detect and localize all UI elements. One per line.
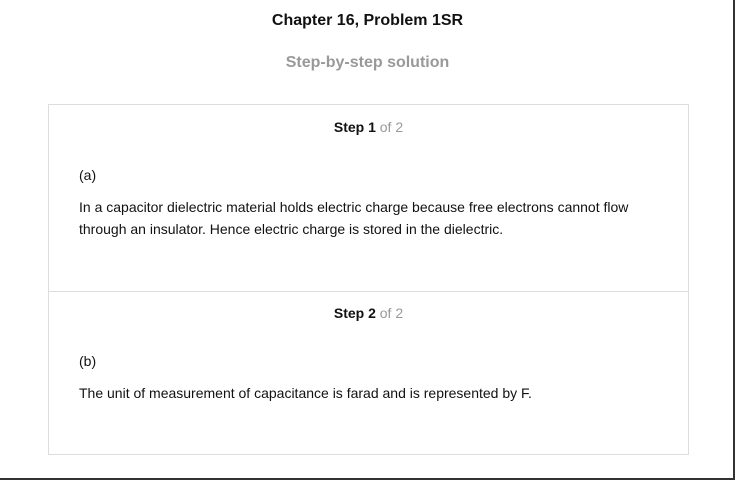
page-title: Chapter 16, Problem 1SR: [271, 12, 464, 29]
step-2-section: Step 2 of 2 (b) The unit of measurement …: [49, 291, 688, 454]
solution-card: Step 1 of 2 (a) In a capacitor dielectri…: [48, 104, 689, 455]
step-1-section: Step 1 of 2 (a) In a capacitor dielectri…: [49, 105, 688, 292]
step-1-label: Step 1: [333, 119, 376, 135]
step-1-header: Step 1 of 2: [49, 119, 688, 135]
step-2-count: of 2: [379, 305, 404, 321]
solution-page: Chapter 16, Problem 1SR Step-by-step sol…: [0, 0, 735, 480]
step-2-text: The unit of measurement of capacitance i…: [79, 385, 532, 401]
step-2-part-label: (b): [79, 353, 97, 369]
step-2-label: Step 2: [333, 305, 376, 321]
step-1-text: In a capacitor dielectric material holds…: [79, 199, 629, 237]
step-1-count: of 2: [379, 119, 404, 135]
step-1-part-label: (a): [79, 167, 97, 183]
step-2-header: Step 2 of 2: [49, 305, 688, 321]
page-subtitle: Step-by-step solution: [285, 54, 450, 71]
